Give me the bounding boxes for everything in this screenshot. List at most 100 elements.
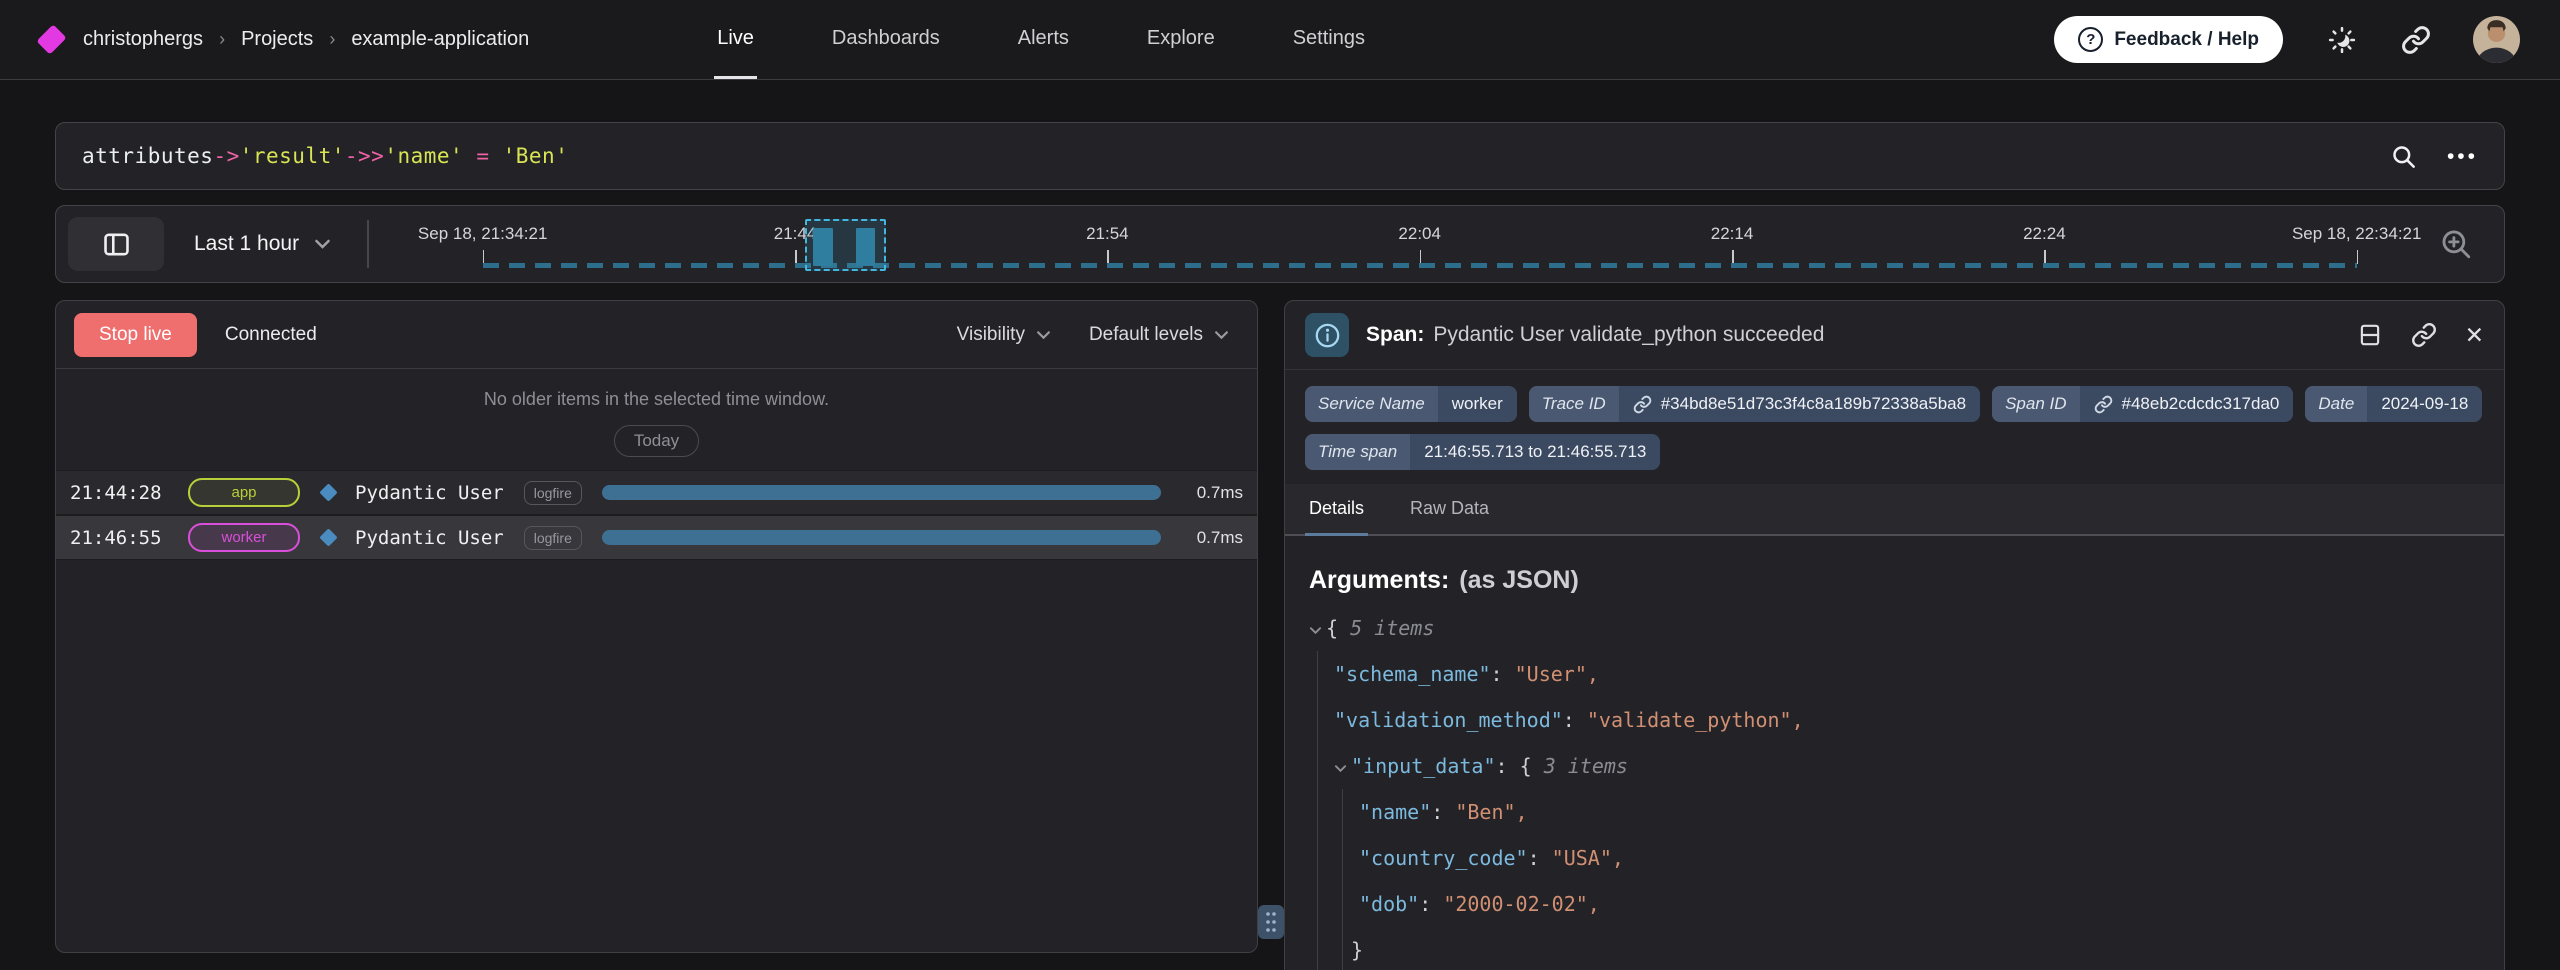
logfire-logo-icon[interactable] — [36, 24, 66, 54]
chevron-down-icon — [314, 238, 331, 250]
span-title: Pydantic User validate_python succeeded — [1433, 323, 1824, 347]
histogram-bar — [856, 228, 876, 266]
meta-label: Time span — [1305, 434, 1410, 470]
row-timestamp: 21:44:28 — [70, 482, 188, 504]
service-badge: app — [188, 478, 300, 507]
json-line: "validation_method": "validate_python", — [1334, 697, 2480, 743]
link-icon[interactable] — [1633, 395, 1652, 414]
grip-dots-icon — [1264, 910, 1278, 934]
axis-baseline — [483, 263, 2357, 268]
axis-tick-label: Sep 18, 22:34:21 — [2292, 224, 2422, 244]
axis-tick — [1732, 250, 1734, 264]
json-line: } — [1351, 927, 2480, 970]
arguments-heading: Arguments:(as JSON) — [1309, 566, 2480, 595]
nav-tab-alerts[interactable]: Alerts — [1015, 0, 1072, 79]
span-detail-panel: Span: Pydantic User validate_python succ… — [1284, 300, 2505, 970]
json-line: "schema_name": "User", — [1334, 651, 2480, 697]
meta-badge: Service Nameworker — [1305, 386, 1517, 422]
detail-header-actions: ✕ — [2357, 322, 2484, 348]
main-nav-tabs: Live Dashboards Alerts Explore Settings — [714, 0, 1440, 79]
trace-list-item[interactable]: 21:46:55workerPydantic Userlogfire0.7ms — [56, 515, 1257, 560]
panel-resize-handle[interactable] — [1258, 905, 1284, 939]
collapse-chevron-icon[interactable] — [1334, 743, 1351, 789]
timeline-selection[interactable] — [805, 219, 886, 271]
span-kind-icon — [319, 483, 337, 501]
tab-raw-data[interactable]: Raw Data — [1406, 484, 1493, 536]
nav-tab-explore[interactable]: Explore — [1144, 0, 1218, 79]
empty-state: No older items in the selected time wind… — [56, 369, 1257, 470]
nav-tab-dashboards[interactable]: Dashboards — [829, 0, 943, 79]
split-view-icon[interactable] — [2357, 322, 2383, 348]
meta-value: 21:46:55.713 to 21:46:55.713 — [1410, 434, 1660, 470]
info-icon — [1305, 313, 1349, 357]
detail-tabs: Details Raw Data — [1285, 484, 2504, 536]
service-badge: worker — [188, 523, 300, 552]
panel-toggle-button[interactable] — [68, 217, 164, 271]
time-range-select[interactable]: Last 1 hour — [194, 232, 331, 256]
span-name: Pydantic User — [355, 482, 504, 504]
trace-list: 21:44:28appPydantic Userlogfire0.7ms21:4… — [56, 470, 1257, 560]
duration-bar — [602, 530, 1161, 545]
meta-value: 2024-09-18 — [2367, 386, 2482, 422]
breadcrumb-item[interactable]: Projects — [241, 28, 313, 51]
axis-tick — [2357, 250, 2359, 264]
span-kind-label: Span: — [1366, 323, 1424, 347]
scope-badge: logfire — [524, 526, 582, 550]
panels-row: Stop live Connected Visibility Default l… — [55, 300, 2505, 970]
main-content: attributes->'result'->>'name' = 'Ben' ••… — [0, 122, 2560, 970]
meta-value: worker — [1438, 386, 1517, 422]
search-icon[interactable] — [2390, 143, 2417, 170]
more-options-icon[interactable]: ••• — [2447, 146, 2478, 167]
close-icon[interactable]: ✕ — [2465, 324, 2484, 347]
question-icon: ? — [2078, 27, 2103, 52]
span-kind-icon — [319, 528, 337, 546]
meta-label: Date — [2305, 386, 2367, 422]
collapse-chevron-icon[interactable] — [1309, 605, 1326, 651]
duration-bar — [602, 485, 1161, 500]
theme-toggle-icon[interactable] — [2327, 25, 2357, 55]
axis-tick — [795, 250, 797, 264]
default-levels-dropdown[interactable]: Default levels — [1089, 324, 1229, 346]
detail-header: Span: Pydantic User validate_python succ… — [1285, 301, 2504, 370]
copy-link-icon[interactable] — [2411, 322, 2437, 348]
breadcrumb-item[interactable]: example-application — [351, 28, 529, 51]
json-line: "input_data": { 3 items — [1334, 743, 2480, 789]
query-actions: ••• — [2390, 143, 2478, 170]
user-avatar[interactable] — [2473, 16, 2520, 63]
json-line: "country_code": "USA", — [1359, 835, 2480, 881]
time-range-bar: Last 1 hour Sep 18, 21:34:2121:4421:5422… — [55, 205, 2505, 283]
breadcrumb-item[interactable]: christophergs — [83, 28, 203, 51]
chevron-down-icon — [1036, 330, 1051, 340]
axis-tick-label: 22:04 — [1398, 224, 1441, 244]
trace-list-item[interactable]: 21:44:28appPydantic Userlogfire0.7ms — [56, 470, 1257, 515]
nav-tab-settings[interactable]: Settings — [1290, 0, 1368, 79]
zoom-in-icon[interactable] — [2420, 227, 2492, 261]
breadcrumb: christophergs›Projects›example-applicati… — [83, 28, 529, 51]
feedback-help-button[interactable]: ? Feedback / Help — [2054, 16, 2283, 63]
axis-tick — [2044, 250, 2046, 264]
visibility-dropdown[interactable]: Visibility — [957, 324, 1051, 346]
axis-tick-label: 22:14 — [1711, 224, 1754, 244]
query-input[interactable]: attributes->'result'->>'name' = 'Ben' ••… — [55, 122, 2505, 190]
timeline-axis[interactable]: Sep 18, 21:34:2121:4421:5422:0422:1422:2… — [379, 206, 2420, 282]
link-icon[interactable] — [2094, 395, 2113, 414]
time-range-label: Last 1 hour — [194, 232, 299, 256]
stop-live-button[interactable]: Stop live — [74, 313, 197, 357]
tab-details[interactable]: Details — [1305, 484, 1368, 536]
scope-badge: logfire — [524, 481, 582, 505]
meta-badge: Span ID#48eb2cdcdc317da0 — [1992, 386, 2293, 422]
json-line: "name": "Ben", — [1359, 789, 2480, 835]
span-metadata: Service NameworkerTrace ID#34bd8e51d73c3… — [1285, 370, 2504, 474]
row-timestamp: 21:46:55 — [70, 527, 188, 549]
share-link-icon[interactable] — [2401, 25, 2431, 55]
query-expression[interactable]: attributes->'result'->>'name' = 'Ben' — [82, 144, 2390, 168]
top-navbar: christophergs›Projects›example-applicati… — [0, 0, 2560, 80]
breadcrumb-separator-icon: › — [203, 29, 241, 50]
nav-tab-live[interactable]: Live — [714, 0, 757, 79]
meta-value: #48eb2cdcdc317da0 — [2080, 386, 2294, 422]
breadcrumb-separator-icon: › — [313, 29, 351, 50]
json-viewer: { 5 items"schema_name": "User","validati… — [1285, 605, 2504, 970]
histogram-bar — [813, 228, 833, 266]
live-panel: Stop live Connected Visibility Default l… — [55, 300, 1258, 953]
today-marker: Today — [614, 425, 699, 457]
